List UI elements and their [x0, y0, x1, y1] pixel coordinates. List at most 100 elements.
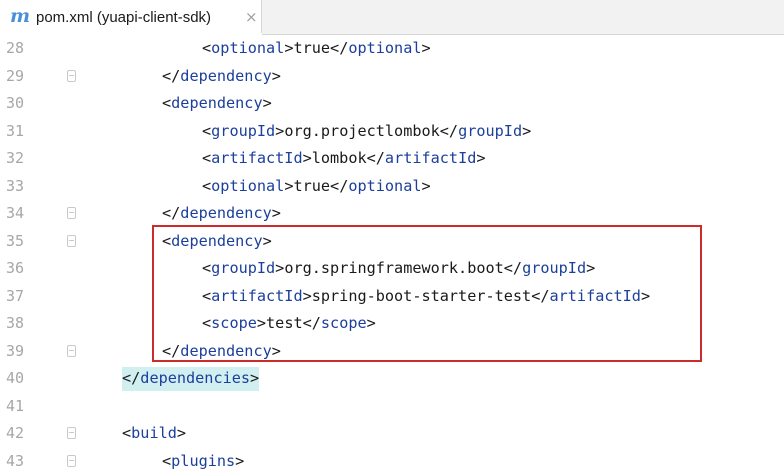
code-content: <groupId>org.springframework.boot</group…	[202, 258, 595, 278]
tag-bracket: >	[250, 369, 260, 387]
code-line[interactable]: 43 <plugins>	[0, 448, 784, 475]
matched-tag-highlight: </dependencies>	[122, 367, 260, 391]
tag-bracket: <	[162, 231, 172, 250]
code-line[interactable]: 29 </dependency>	[0, 63, 784, 90]
tag-bracket: <	[202, 314, 212, 332]
code-content: </dependency>	[162, 66, 281, 86]
tag-bracket: <	[202, 176, 212, 195]
line-number: 29	[6, 66, 25, 85]
code-content: <build>	[122, 423, 186, 443]
line-number: 35	[6, 231, 25, 250]
tag-name: dependency	[180, 66, 272, 85]
fold-marker-icon[interactable]	[67, 344, 76, 357]
code-line[interactable]: 42 <build>	[0, 420, 784, 447]
code-line[interactable]: 31 <groupId>org.projectlombok</groupId>	[0, 118, 784, 145]
line-number: 32	[6, 149, 25, 167]
fold-marker-icon[interactable]	[67, 207, 76, 219]
tag-value: lombok	[311, 149, 367, 167]
code-content: <artifactId>lombok</artifactId>	[202, 148, 486, 168]
line-number: 42	[6, 424, 25, 442]
tag-bracket: >	[640, 286, 651, 305]
code-content: <dependency>	[162, 93, 272, 113]
tag-name: optional	[348, 176, 422, 195]
tag-bracket: >	[586, 259, 596, 277]
tag-bracket: >	[262, 231, 272, 250]
tag-bracket: </	[162, 341, 181, 360]
tag-value: org.springframework.boot	[284, 259, 504, 277]
line-number: 37	[6, 286, 25, 305]
code-line[interactable]: 41	[0, 393, 784, 420]
tag-bracket: </	[330, 39, 349, 57]
tag-name: artifactId	[211, 286, 303, 305]
code-line[interactable]: 28 <optional>true</optional>	[0, 35, 784, 62]
tag-name: dependency	[171, 231, 263, 250]
tag-value: org.projectlombok	[284, 121, 440, 140]
tag-name: optional	[348, 39, 422, 57]
line-number: 34	[6, 204, 25, 222]
tag-bracket: >	[262, 94, 272, 112]
tag-name: groupId	[522, 259, 587, 277]
tag-bracket: >	[522, 121, 532, 140]
tag-name: groupId	[458, 121, 523, 140]
tag-bracket: <	[202, 121, 212, 140]
tag-name: artifactId	[549, 286, 641, 305]
code-content: <groupId>org.projectlombok</groupId>	[202, 121, 531, 141]
tag-bracket: >	[176, 424, 187, 442]
tag-bracket: >	[421, 176, 431, 195]
tag-bracket: >	[271, 341, 281, 360]
tag-bracket: >	[256, 314, 267, 332]
code-content: <scope>test</scope>	[202, 313, 376, 333]
editor-tab-bar: m pom.xml (yuapi-client-sdk) ×	[0, 0, 784, 36]
code-line[interactable]: 30 <dependency>	[0, 90, 784, 117]
tag-name: groupId	[211, 121, 276, 140]
tag-bracket: >	[421, 39, 431, 57]
code-content: </dependency>	[162, 203, 281, 223]
code-line[interactable]: 35 <dependency>	[0, 228, 784, 255]
tag-name: dependency	[180, 204, 272, 222]
tab-title: pom.xml (yuapi-client-sdk)	[36, 9, 212, 26]
tag-bracket: >	[476, 149, 486, 167]
code-content: </dependencies>	[122, 367, 260, 391]
tag-value: true	[293, 39, 331, 57]
tag-name: artifactId	[211, 149, 303, 167]
fold-marker-icon[interactable]	[67, 69, 76, 82]
line-number: 41	[6, 396, 25, 415]
tag-bracket: >	[302, 286, 312, 305]
code-line[interactable]: 33 <optional>true</optional>	[0, 173, 784, 200]
tag-bracket: <	[202, 259, 212, 277]
code-line[interactable]: 32 <artifactId>lombok</artifactId>	[0, 145, 784, 172]
line-number: 30	[6, 94, 25, 112]
code-line[interactable]: 40 </dependencies>	[0, 365, 784, 392]
tag-bracket: </	[122, 369, 141, 387]
tag-value: spring-boot-starter-test	[311, 286, 532, 305]
code-line[interactable]: 38 <scope>test</scope>	[0, 310, 784, 337]
code-line[interactable]: 39 </dependency>	[0, 338, 784, 365]
tag-bracket: >	[271, 66, 281, 85]
fold-marker-icon[interactable]	[67, 234, 76, 247]
tag-bracket: </	[439, 121, 459, 140]
tag-name: optional	[211, 176, 285, 195]
line-number: 33	[6, 176, 25, 195]
tag-name: dependency	[180, 341, 272, 360]
code-line[interactable]: 37 <artifactId>spring-boot-starter-test</…	[0, 283, 784, 310]
code-content: </dependency>	[162, 341, 281, 361]
tag-name: scope	[211, 314, 257, 332]
tag-bracket: </	[503, 259, 523, 277]
tag-name: dependency	[171, 94, 263, 112]
tag-name: groupId	[211, 259, 276, 277]
fold-marker-icon[interactable]	[67, 427, 76, 439]
tab-pom-xml[interactable]: m pom.xml (yuapi-client-sdk) ×	[0, 0, 262, 36]
line-number: 40	[6, 369, 25, 387]
close-icon[interactable]: ×	[245, 8, 258, 26]
code-line[interactable]: 34 </dependency>	[0, 200, 784, 227]
tag-bracket: >	[271, 204, 281, 222]
tag-bracket: >	[275, 121, 285, 140]
tag-bracket: >	[302, 149, 312, 167]
code-content: <artifactId>spring-boot-starter-test</ar…	[202, 286, 650, 306]
tag-name: dependencies	[140, 369, 251, 387]
code-content: <optional>true</optional>	[202, 176, 431, 196]
code-editor[interactable]: 28 <optional>true</optional> 29 </dependenc…	[0, 35, 784, 470]
tag-bracket: </	[302, 314, 321, 332]
code-line[interactable]: 36 <groupId>org.springframework.boot</gro…	[0, 255, 784, 282]
line-number: 39	[6, 341, 25, 360]
